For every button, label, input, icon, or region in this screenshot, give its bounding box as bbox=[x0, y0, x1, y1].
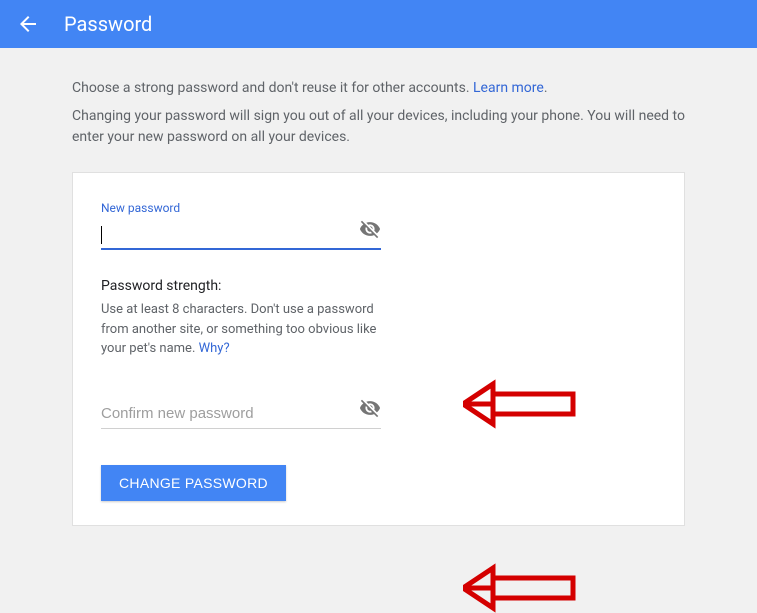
learn-more-link[interactable]: Learn more bbox=[473, 80, 544, 96]
confirm-password-field-wrap bbox=[101, 399, 381, 429]
eye-off-icon bbox=[359, 397, 381, 419]
strength-text-body: Use at least 8 characters. Don't use a p… bbox=[101, 302, 376, 356]
intro-text-1-body: Choose a strong password and don't reuse… bbox=[72, 80, 473, 96]
why-link[interactable]: Why? bbox=[199, 341, 230, 356]
strength-title: Password strength: bbox=[101, 278, 381, 294]
new-password-field-wrap: New password bbox=[101, 201, 381, 250]
intro-text-1: Choose a strong password and don't reuse… bbox=[72, 80, 685, 96]
intro-text-2: Changing your password will sign you out… bbox=[72, 106, 685, 148]
eye-off-icon bbox=[359, 218, 381, 240]
toggle-visibility-confirm[interactable] bbox=[359, 397, 381, 423]
page-title: Password bbox=[64, 12, 152, 36]
back-button[interactable] bbox=[16, 12, 40, 36]
annotation-arrow-2 bbox=[463, 563, 583, 613]
confirm-password-input[interactable] bbox=[101, 399, 381, 429]
new-password-label: New password bbox=[101, 201, 381, 215]
new-password-input[interactable] bbox=[101, 219, 381, 250]
content-area: Choose a strong password and don't reuse… bbox=[0, 48, 757, 526]
strength-text: Use at least 8 characters. Don't use a p… bbox=[101, 300, 381, 359]
password-card: New password Password strength: Use at l… bbox=[72, 172, 685, 526]
annotation-arrow-1 bbox=[463, 379, 583, 429]
text-cursor bbox=[101, 226, 102, 244]
change-password-button[interactable]: CHANGE PASSWORD bbox=[101, 465, 286, 501]
password-strength-section: Password strength: Use at least 8 charac… bbox=[101, 278, 381, 359]
toggle-visibility-new[interactable] bbox=[359, 218, 381, 244]
arrow-left-icon bbox=[16, 12, 40, 36]
app-header: Password bbox=[0, 0, 757, 48]
